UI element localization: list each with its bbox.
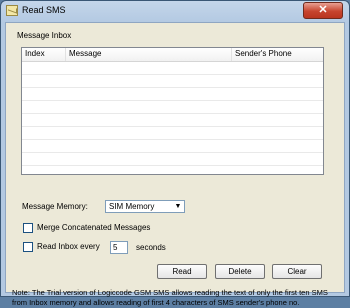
trial-note: Note: The Trial version of Logiccode GSM… xyxy=(12,288,328,307)
list-gridline xyxy=(22,113,323,114)
seconds-label: seconds xyxy=(136,243,166,252)
merge-concatenated-checkbox[interactable] xyxy=(23,223,33,233)
list-gridline xyxy=(22,165,323,166)
clear-button[interactable]: Clear xyxy=(272,264,322,279)
window-title: Read SMS xyxy=(22,5,66,15)
read-every-checkbox[interactable] xyxy=(23,242,33,252)
group-label: Message Inbox xyxy=(17,31,72,40)
message-list[interactable]: Index Message Sender's Phone xyxy=(21,47,324,175)
list-gridline xyxy=(22,152,323,153)
list-gridline xyxy=(22,87,323,88)
list-gridline xyxy=(22,126,323,127)
read-interval-input[interactable]: 5 xyxy=(110,241,128,254)
column-header-sender-phone[interactable]: Sender's Phone xyxy=(232,49,292,58)
column-header-message[interactable]: Message xyxy=(66,49,101,58)
chevron-down-icon[interactable]: ▼ xyxy=(173,202,183,211)
read-button[interactable]: Read xyxy=(157,264,207,279)
read-every-label[interactable]: Read Inbox every xyxy=(37,242,100,251)
message-inbox-group: Message Inbox Index Message Sender's Pho… xyxy=(13,28,337,194)
client-area: Message Inbox Index Message Sender's Pho… xyxy=(5,22,345,307)
close-button[interactable]: ✕ xyxy=(303,2,343,19)
list-gridline xyxy=(22,100,323,101)
list-gridline xyxy=(22,139,323,140)
message-memory-label: Message Memory: xyxy=(22,202,88,211)
envelope-icon xyxy=(6,5,18,16)
delete-button[interactable]: Delete xyxy=(215,264,265,279)
merge-concatenated-label[interactable]: Merge Concatenated Messages xyxy=(37,223,150,232)
message-memory-value: SIM Memory xyxy=(109,202,155,211)
title-bar[interactable]: Read SMS ✕ xyxy=(1,1,349,22)
list-gridline xyxy=(22,74,323,75)
read-sms-window: Read SMS ✕ Message Inbox Index Message S… xyxy=(0,0,350,307)
column-header-index[interactable]: Index xyxy=(22,49,45,58)
list-header: Index Message Sender's Phone xyxy=(22,48,323,62)
message-memory-select[interactable]: SIM Memory ▼ xyxy=(105,200,185,213)
